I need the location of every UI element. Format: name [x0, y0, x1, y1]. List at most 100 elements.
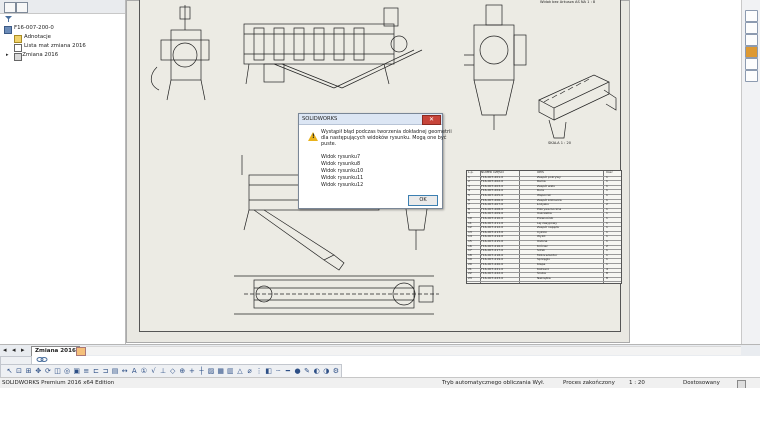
table-cell: F16-007-221-0	[481, 266, 504, 271]
feature-manager-tab-icon[interactable]	[4, 2, 16, 13]
view-palette-icon[interactable]	[745, 58, 758, 70]
table-cell: 9	[468, 211, 470, 216]
color-icon[interactable]: ●	[293, 367, 302, 376]
table-cell: 1	[606, 220, 608, 225]
table-icon[interactable]: ▥	[226, 367, 235, 376]
model-view-icon[interactable]: ▤	[111, 367, 120, 376]
break-view-icon[interactable]: ≡	[82, 367, 91, 376]
feature-tree-tabs	[0, 0, 125, 14]
select-icon[interactable]: ↖	[5, 367, 14, 376]
drawing-view-isometric	[538, 74, 617, 139]
appearances-icon[interactable]	[745, 46, 758, 58]
sketch-icon[interactable]: ✎	[303, 367, 312, 376]
dialog-title-bar[interactable]: SOLIDWORKS	[299, 114, 442, 125]
close-button[interactable]: ✕	[422, 115, 441, 125]
drawing-view-end	[464, 4, 527, 130]
projected-view-icon[interactable]: ⊏	[91, 367, 100, 376]
section-view-icon[interactable]: ◫	[53, 367, 62, 376]
table-cell: Wspornik	[537, 193, 551, 197]
tree-root[interactable]: F16-007-200-0	[4, 24, 54, 34]
tree-item-sheet[interactable]: ▸ Zmiana 2016	[6, 51, 58, 61]
filter-icon[interactable]	[5, 16, 12, 22]
table-cell: 1	[606, 193, 608, 197]
datum-icon[interactable]: ◇	[168, 367, 177, 376]
drawing-view-side	[150, 5, 210, 101]
table-cell: Wylot	[537, 234, 546, 239]
ok-button[interactable]: OK	[408, 195, 438, 206]
dialog-message-line: puste.	[321, 141, 337, 147]
balloon-icon[interactable]: ①	[139, 367, 148, 376]
table-cell: Zespół pokrywy	[537, 174, 561, 179]
tree-item-material-list[interactable]: Lista mat zmiana 2016	[14, 42, 86, 52]
nav-prev-icon[interactable]: ◂	[12, 346, 16, 355]
options-icon[interactable]: ⚙	[331, 367, 340, 376]
dialog-view-item: Widok rysunku10	[321, 168, 364, 174]
table-cell: Króciec	[537, 243, 548, 248]
expand-arrow-icon[interactable]: ▸	[6, 52, 9, 58]
design-library-icon[interactable]	[745, 22, 758, 34]
dialog-view-item: Widok rysunku8	[321, 161, 361, 167]
note-icon[interactable]: A	[130, 367, 139, 376]
table-cell: 1	[606, 225, 608, 230]
surface-finish-icon[interactable]: √	[149, 367, 158, 376]
bill-of-materials-table[interactable]: L.p. NUMER CZĘŚCI OPIS Ilość 1 F16-007-20…	[466, 170, 622, 284]
magnetic-line-icon[interactable]: ⋮	[255, 367, 264, 376]
display-style-icon[interactable]: ◐	[312, 367, 321, 376]
resources-icon[interactable]	[745, 10, 758, 22]
table-cell: F16-007-213-0	[481, 229, 504, 234]
hole-callout-icon[interactable]: ⌀	[245, 367, 254, 376]
tree-item-annotations[interactable]: Adnotacje	[14, 33, 51, 43]
horizontal-scrollbar[interactable]	[86, 346, 741, 355]
table-cell: Zespół wału	[537, 183, 556, 188]
tab-sheet[interactable]: Zmiana 2016	[31, 346, 80, 356]
table-cell: Nakrętka	[537, 275, 551, 280]
table-cell: 1	[606, 229, 608, 234]
smart-dimension-icon[interactable]: ↔	[120, 367, 129, 376]
table-cell: F16-007-219-0	[481, 257, 504, 262]
auxiliary-view-icon[interactable]: ⊐	[101, 367, 110, 376]
table-cell: F16-007-215-0	[481, 239, 504, 243]
table-cell: 1	[606, 188, 608, 193]
geometric-tolerance-icon[interactable]: ⊕	[178, 367, 187, 376]
table-cell: F16-007-218-0	[481, 252, 504, 257]
property-manager-tab-icon[interactable]	[16, 2, 28, 13]
table-cell: 1	[606, 206, 608, 211]
table-cell: Śruba	[537, 271, 546, 276]
table-cell: 17	[468, 248, 472, 253]
custom-properties-icon[interactable]	[745, 70, 758, 82]
sheet-icon	[14, 52, 22, 61]
table-cell: Rura	[537, 188, 544, 193]
table-row[interactable]: 23 F16-007-223-0 Nakrętka 8	[467, 275, 621, 283]
weld-symbol-icon[interactable]: ⊥	[159, 367, 168, 376]
crop-view-icon[interactable]: ▣	[72, 367, 81, 376]
hide-show-icon[interactable]: ◑	[322, 367, 331, 376]
pan-icon[interactable]: ✥	[34, 367, 43, 376]
table-cell: 1	[606, 252, 608, 257]
rotate-icon[interactable]: ⟳	[43, 367, 52, 376]
revision-icon[interactable]: △	[235, 367, 244, 376]
drawing-view-front	[243, 7, 423, 89]
center-mark-icon[interactable]: +	[187, 367, 196, 376]
hatch-icon[interactable]: ▨	[207, 367, 216, 376]
link-icon[interactable]	[36, 356, 48, 363]
table-cell: 1	[606, 257, 608, 262]
dialog-view-item: Widok rysunku12	[321, 182, 364, 188]
zoom-fit-icon[interactable]: ⊡	[15, 367, 24, 376]
detail-view-icon[interactable]: ◎	[63, 367, 72, 376]
add-sheet-icon[interactable]	[76, 347, 86, 356]
table-cell: F16-007-208-0	[481, 206, 504, 211]
block-icon[interactable]: ▦	[216, 367, 225, 376]
centerline-icon[interactable]: ┼	[197, 367, 206, 376]
table-cell: Łożysko	[537, 202, 549, 207]
line-style-icon[interactable]: ┄	[274, 367, 283, 376]
nav-first-icon[interactable]: ◂	[3, 346, 7, 355]
file-explorer-icon[interactable]	[745, 34, 758, 46]
table-cell: Zespół kołnierza	[537, 197, 562, 202]
layer-icon[interactable]: ◧	[264, 367, 273, 376]
zoom-area-icon[interactable]: ⊞	[24, 367, 33, 376]
line-thickness-icon[interactable]: ━	[283, 367, 292, 376]
nav-next-icon[interactable]: ▸	[21, 346, 25, 355]
table-cell: 1	[468, 174, 470, 179]
dialog-message-line: dla następujących widoków rysunku. Mogą …	[321, 135, 447, 141]
table-cell: 22	[468, 271, 472, 276]
